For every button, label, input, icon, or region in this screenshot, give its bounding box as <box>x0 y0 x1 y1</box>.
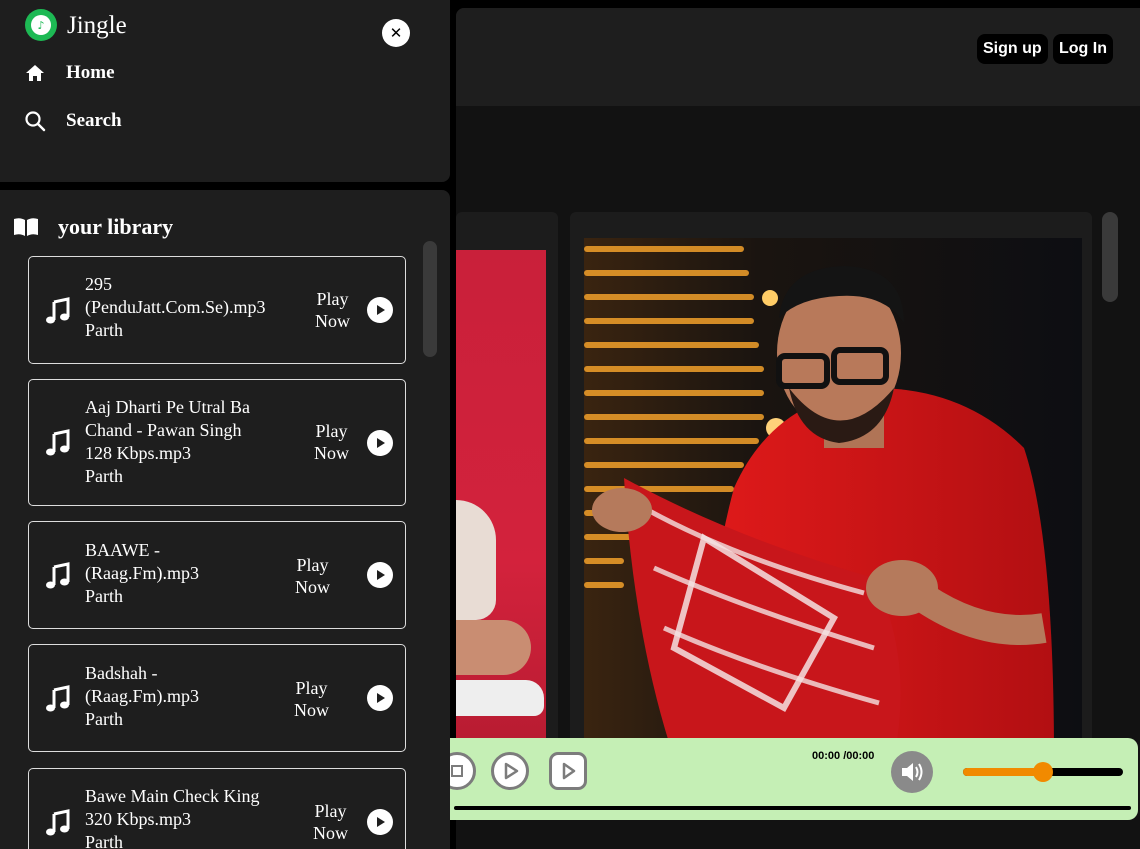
stop-icon <box>451 765 463 777</box>
song-title: Badshah - (Raag.Fm).mp3 Parth <box>85 663 199 729</box>
book-icon <box>14 218 38 236</box>
library-scrollbar[interactable] <box>423 241 437 357</box>
nav-search-label: Search <box>66 110 122 131</box>
player-bar: 00:00 /00:00 <box>438 738 1138 820</box>
music-note-icon <box>46 809 70 836</box>
play-icon <box>504 762 519 780</box>
album-card[interactable] <box>456 212 558 772</box>
nav-home[interactable]: Home <box>24 62 115 84</box>
next-button[interactable] <box>549 752 587 790</box>
next-icon <box>562 762 576 780</box>
main-header: Sign up Log In <box>456 8 1140 106</box>
close-button[interactable]: ✕ <box>382 19 410 47</box>
home-icon <box>26 65 44 81</box>
album-card[interactable] <box>570 212 1092 772</box>
song-item[interactable]: Badshah - (Raag.Fm).mp3 Parth Play Now <box>28 644 406 752</box>
library-header[interactable]: your library <box>12 214 173 240</box>
music-note-icon <box>46 685 70 712</box>
song-item[interactable]: BAAWE - (Raag.Fm).mp3 Parth Play Now <box>28 521 406 629</box>
song-item[interactable]: Aaj Dharti Pe Utral Ba Chand - Pawan Sing… <box>28 379 406 506</box>
song-title: Bawe Main Check King 320 Kbps.mp3 Parth <box>85 786 260 849</box>
play-now-label: Play Now <box>294 678 329 720</box>
volume-thumb[interactable] <box>1033 762 1053 782</box>
song-title: Aaj Dharti Pe Utral Ba Chand - Pawan Sing… <box>85 397 250 486</box>
play-now-label: Play Now <box>313 801 348 843</box>
login-button[interactable]: Log In <box>1053 34 1113 64</box>
play-icon[interactable] <box>367 809 393 835</box>
song-title: 295 (PenduJatt.Com.Se).mp3 Parth <box>85 274 266 340</box>
play-icon[interactable] <box>367 297 393 323</box>
main-scrollbar[interactable] <box>1102 212 1118 302</box>
song-item[interactable]: Bawe Main Check King 320 Kbps.mp3 Parth Pl… <box>28 768 406 849</box>
progress-bar[interactable] <box>454 806 1131 810</box>
volume-button[interactable] <box>891 751 933 793</box>
play-now-label: Play Now <box>295 555 330 597</box>
volume-slider[interactable] <box>963 762 1123 782</box>
play-icon[interactable] <box>367 685 393 711</box>
sidebar-nav: ♪ Jingle ✕ Home Search <box>0 0 450 182</box>
nav-search[interactable]: Search <box>24 110 122 132</box>
play-now-label: Play Now <box>314 421 349 463</box>
volume-fill <box>963 768 1043 776</box>
library-title: your library <box>58 214 174 239</box>
main-panel: Sign up Log In <box>456 8 1140 849</box>
song-title: BAAWE - (Raag.Fm).mp3 Parth <box>85 540 199 606</box>
nav-home-label: Home <box>66 62 115 83</box>
song-item[interactable]: 295 (PenduJatt.Com.Se).mp3 Parth Play Now <box>28 256 406 364</box>
play-icon[interactable] <box>367 562 393 588</box>
play-now-label: Play Now <box>315 289 350 331</box>
search-icon <box>25 111 46 132</box>
close-icon: ✕ <box>389 24 403 42</box>
play-button[interactable] <box>491 752 529 790</box>
speaker-icon <box>902 763 923 781</box>
music-note-icon <box>46 429 70 456</box>
app-brand: Jingle <box>67 12 127 39</box>
album-cover-image <box>584 238 1082 758</box>
signup-button[interactable]: Sign up <box>977 34 1048 64</box>
album-cover-image <box>456 250 546 770</box>
logo-icon: ♪ <box>25 9 57 41</box>
play-icon[interactable] <box>367 430 393 456</box>
time-display: 00:00 /00:00 <box>812 750 875 762</box>
music-note-icon <box>46 562 70 589</box>
sidebar-library: your library 295 (PenduJatt.Com.Se).mp3 Pa… <box>0 190 450 849</box>
music-note-icon <box>46 297 70 324</box>
